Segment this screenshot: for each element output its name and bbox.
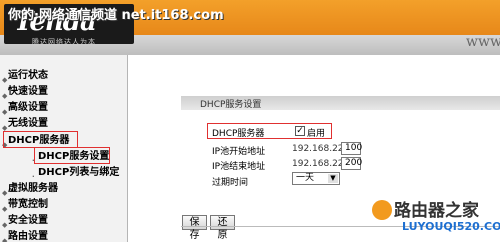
sidebar-item-dhcp-list[interactable]: · DHCP列表与绑定 [0,165,128,181]
sidebar-item-quick-setup[interactable]: ◆ 快速设置 [0,84,128,100]
router-home-icon [372,200,392,220]
dhcp-enable-checkbox[interactable]: ✓ [295,126,305,136]
watermark-url: LUYOUQI520.COM [402,220,500,233]
sidebar-item-label: DHCP列表与绑定 [38,167,120,178]
sidebar-item-advanced[interactable]: ◆ 高级设置 [0,100,128,116]
dhcp-enable-label: 启用 [307,129,326,139]
sidebar-item-label: 无线设置 [8,118,48,129]
www-text: www [466,34,500,50]
watermark-top: 你的·网络通信频道 net.it168.com [8,8,224,23]
sidebar-item-label: 虚拟服务器 [8,183,58,194]
sidebar-item-virtual-server[interactable]: ◆ 虚拟服务器 [0,181,128,197]
watermark-main-text: 路由器之家 [394,201,479,221]
highlight-box-dhcp [3,131,78,148]
lease-time-label: 过期时间 [212,178,249,188]
ip-start-label: IP池开始地址 [212,147,266,157]
bullet-icon: ◆ [2,237,8,242]
watermark-logo: 路由器之家 LUYOUQI520.COM [372,196,500,240]
sidebar-item-bandwidth[interactable]: ◆ 带宽控制 [0,197,128,213]
restore-button[interactable]: 还 原 [210,215,235,241]
dhcp-server-label: DHCP服务器 [212,129,265,139]
sidebar-item-routing[interactable]: ◆ 路由设置 [0,229,128,242]
highlight-box-dhcp-settings [34,147,110,164]
logo-subtitle: 腾达网络达人为本 [32,38,96,46]
sidebar-item-status[interactable]: ◆ 运行状态 [0,68,128,84]
ip-start-input[interactable]: 100 [341,142,362,155]
sidebar-item-label: 运行状态 [8,70,48,81]
sidebar-item-label: 安全设置 [8,215,48,226]
save-button[interactable]: 保 存 [182,215,207,241]
sidebar-item-wireless[interactable]: ◆ 无线设置 [0,116,128,132]
lease-time-value: 一天 [296,173,315,183]
lease-time-select[interactable]: 一天 ▼ [292,172,340,185]
sidebar-item-label: 路由设置 [8,231,48,242]
sidebar-item-label: 带宽控制 [8,199,48,210]
sidebar-item-label: 快速设置 [8,86,48,97]
sidebar-item-label: 高级设置 [8,102,48,113]
sidebar-item-security[interactable]: ◆ 安全设置 [0,213,128,229]
chevron-down-icon: ▼ [328,174,338,183]
ip-end-label: IP池结束地址 [212,162,266,172]
ip-end-input[interactable]: 200 [341,157,362,170]
panel-title: DHCP服务设置 [200,100,262,110]
